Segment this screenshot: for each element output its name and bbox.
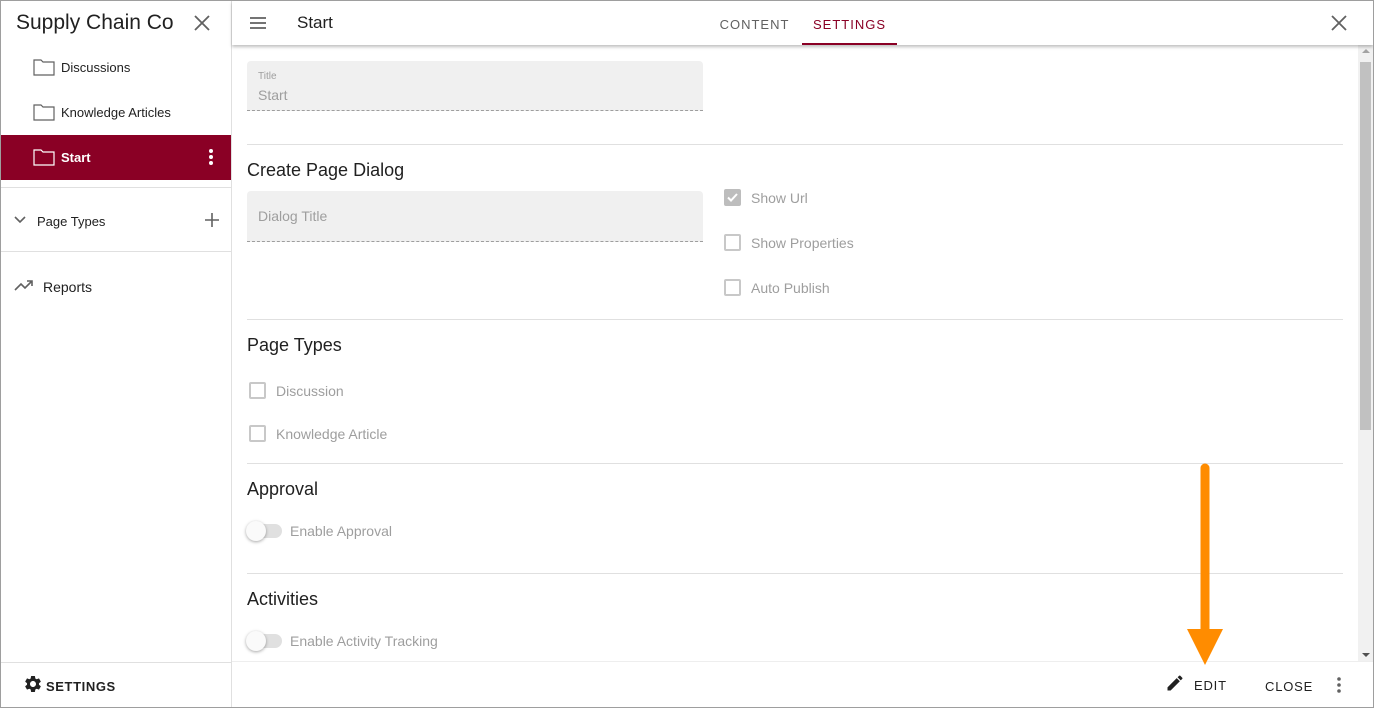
pencil-icon [1165,673,1185,698]
checkbox-icon [249,382,266,399]
trending-up-icon [14,277,34,298]
page-title: Start [297,13,333,32]
auto-publish-label: Auto Publish [751,279,830,296]
knowledge-article-label: Knowledge Article [276,425,388,442]
add-icon[interactable] [204,212,220,233]
scroll-down-arrow-icon[interactable] [1362,653,1370,657]
divider [1,187,231,188]
divider [247,463,1343,464]
folder-icon [33,103,55,126]
discussion-label: Discussion [276,382,344,399]
dialog-title-placeholder: Dialog Title [258,208,328,224]
title-field[interactable]: Title Start [247,61,703,111]
auto-publish-checkbox[interactable]: Auto Publish [724,279,830,296]
toggle-knob [246,631,266,651]
enable-approval-label: Enable Approval [290,523,392,539]
sidebar-item-label: Reports [43,279,93,295]
divider [1,251,231,252]
show-url-checkbox[interactable]: Show Url [724,189,808,206]
bottom-toolbar: EDIT CLOSE [232,661,1373,707]
divider [247,144,1343,145]
folder-icon [33,58,55,81]
dialog-title-field[interactable]: Dialog Title [247,191,703,242]
chevron-down-icon [13,213,27,232]
sidebar-item-reports[interactable]: Reports [1,265,231,309]
activities-heading: Activities [247,589,319,609]
close-button[interactable]: CLOSE [1265,679,1313,694]
sidebar: Supply Chain Co Discussions Knowledge Ar… [1,1,232,707]
divider [247,573,1343,574]
page-types-heading: Page Types [247,335,342,355]
edit-label: EDIT [1194,677,1227,693]
folder-icon [33,148,55,171]
discussion-checkbox[interactable]: Discussion [249,382,344,399]
checkbox-icon [249,425,266,442]
menu-icon[interactable] [247,12,269,39]
divider [247,319,1343,320]
settings-button[interactable]: SETTINGS [23,675,116,697]
sidebar-item-discussions[interactable]: Discussions [1,45,231,90]
app-window: Supply Chain Co Discussions Knowledge Ar… [0,0,1374,708]
close-sidebar-icon[interactable] [191,12,213,34]
sidebar-item-label: Start [61,150,91,165]
enable-activity-tracking-label: Enable Activity Tracking [290,633,438,649]
tab-content[interactable]: CONTENT [707,1,802,45]
settings-label: SETTINGS [46,678,116,694]
scrollbar-thumb[interactable] [1360,62,1371,430]
scroll-up-arrow-icon[interactable] [1362,49,1370,53]
close-icon[interactable] [1328,12,1350,39]
sidebar-item-knowledge-articles[interactable]: Knowledge Articles [1,90,231,135]
show-properties-checkbox[interactable]: Show Properties [724,234,854,251]
enable-approval-toggle[interactable]: Enable Approval [246,521,392,541]
gear-icon [23,674,43,699]
sidebar-header: Supply Chain Co [1,1,231,47]
site-title: Supply Chain Co [16,11,174,34]
top-bar: Start CONTENT SETTINGS [232,1,1373,45]
tab-settings[interactable]: SETTINGS [802,1,897,45]
checkbox-icon [724,234,741,251]
checkbox-checked-icon [724,189,741,206]
title-field-value: Start [258,87,288,103]
sidebar-page-types-label: Page Types [37,214,106,229]
toggle-knob [246,521,266,541]
annotation-arrow-icon [1187,463,1223,665]
sidebar-item-label: Knowledge Articles [61,105,171,120]
edit-button[interactable]: EDIT [1165,674,1227,696]
knowledge-article-checkbox[interactable]: Knowledge Article [249,425,387,442]
title-field-label: Title [258,71,277,82]
more-vert-icon[interactable] [201,147,221,167]
enable-activity-tracking-toggle[interactable]: Enable Activity Tracking [246,631,438,651]
sidebar-item-start[interactable]: Start [1,135,231,180]
show-url-label: Show Url [751,189,808,206]
vertical-scrollbar[interactable] [1358,45,1373,661]
more-vert-icon[interactable] [1330,675,1348,700]
sidebar-item-label: Discussions [61,60,131,75]
toggle-track [246,631,282,651]
sidebar-page-types[interactable]: Page Types [1,199,231,243]
toggle-track [246,521,282,541]
show-properties-label: Show Properties [751,234,854,251]
sidebar-footer: SETTINGS [1,662,231,707]
checkbox-icon [724,279,741,296]
approval-heading: Approval [247,479,319,499]
create-page-dialog-heading: Create Page Dialog [247,160,405,180]
